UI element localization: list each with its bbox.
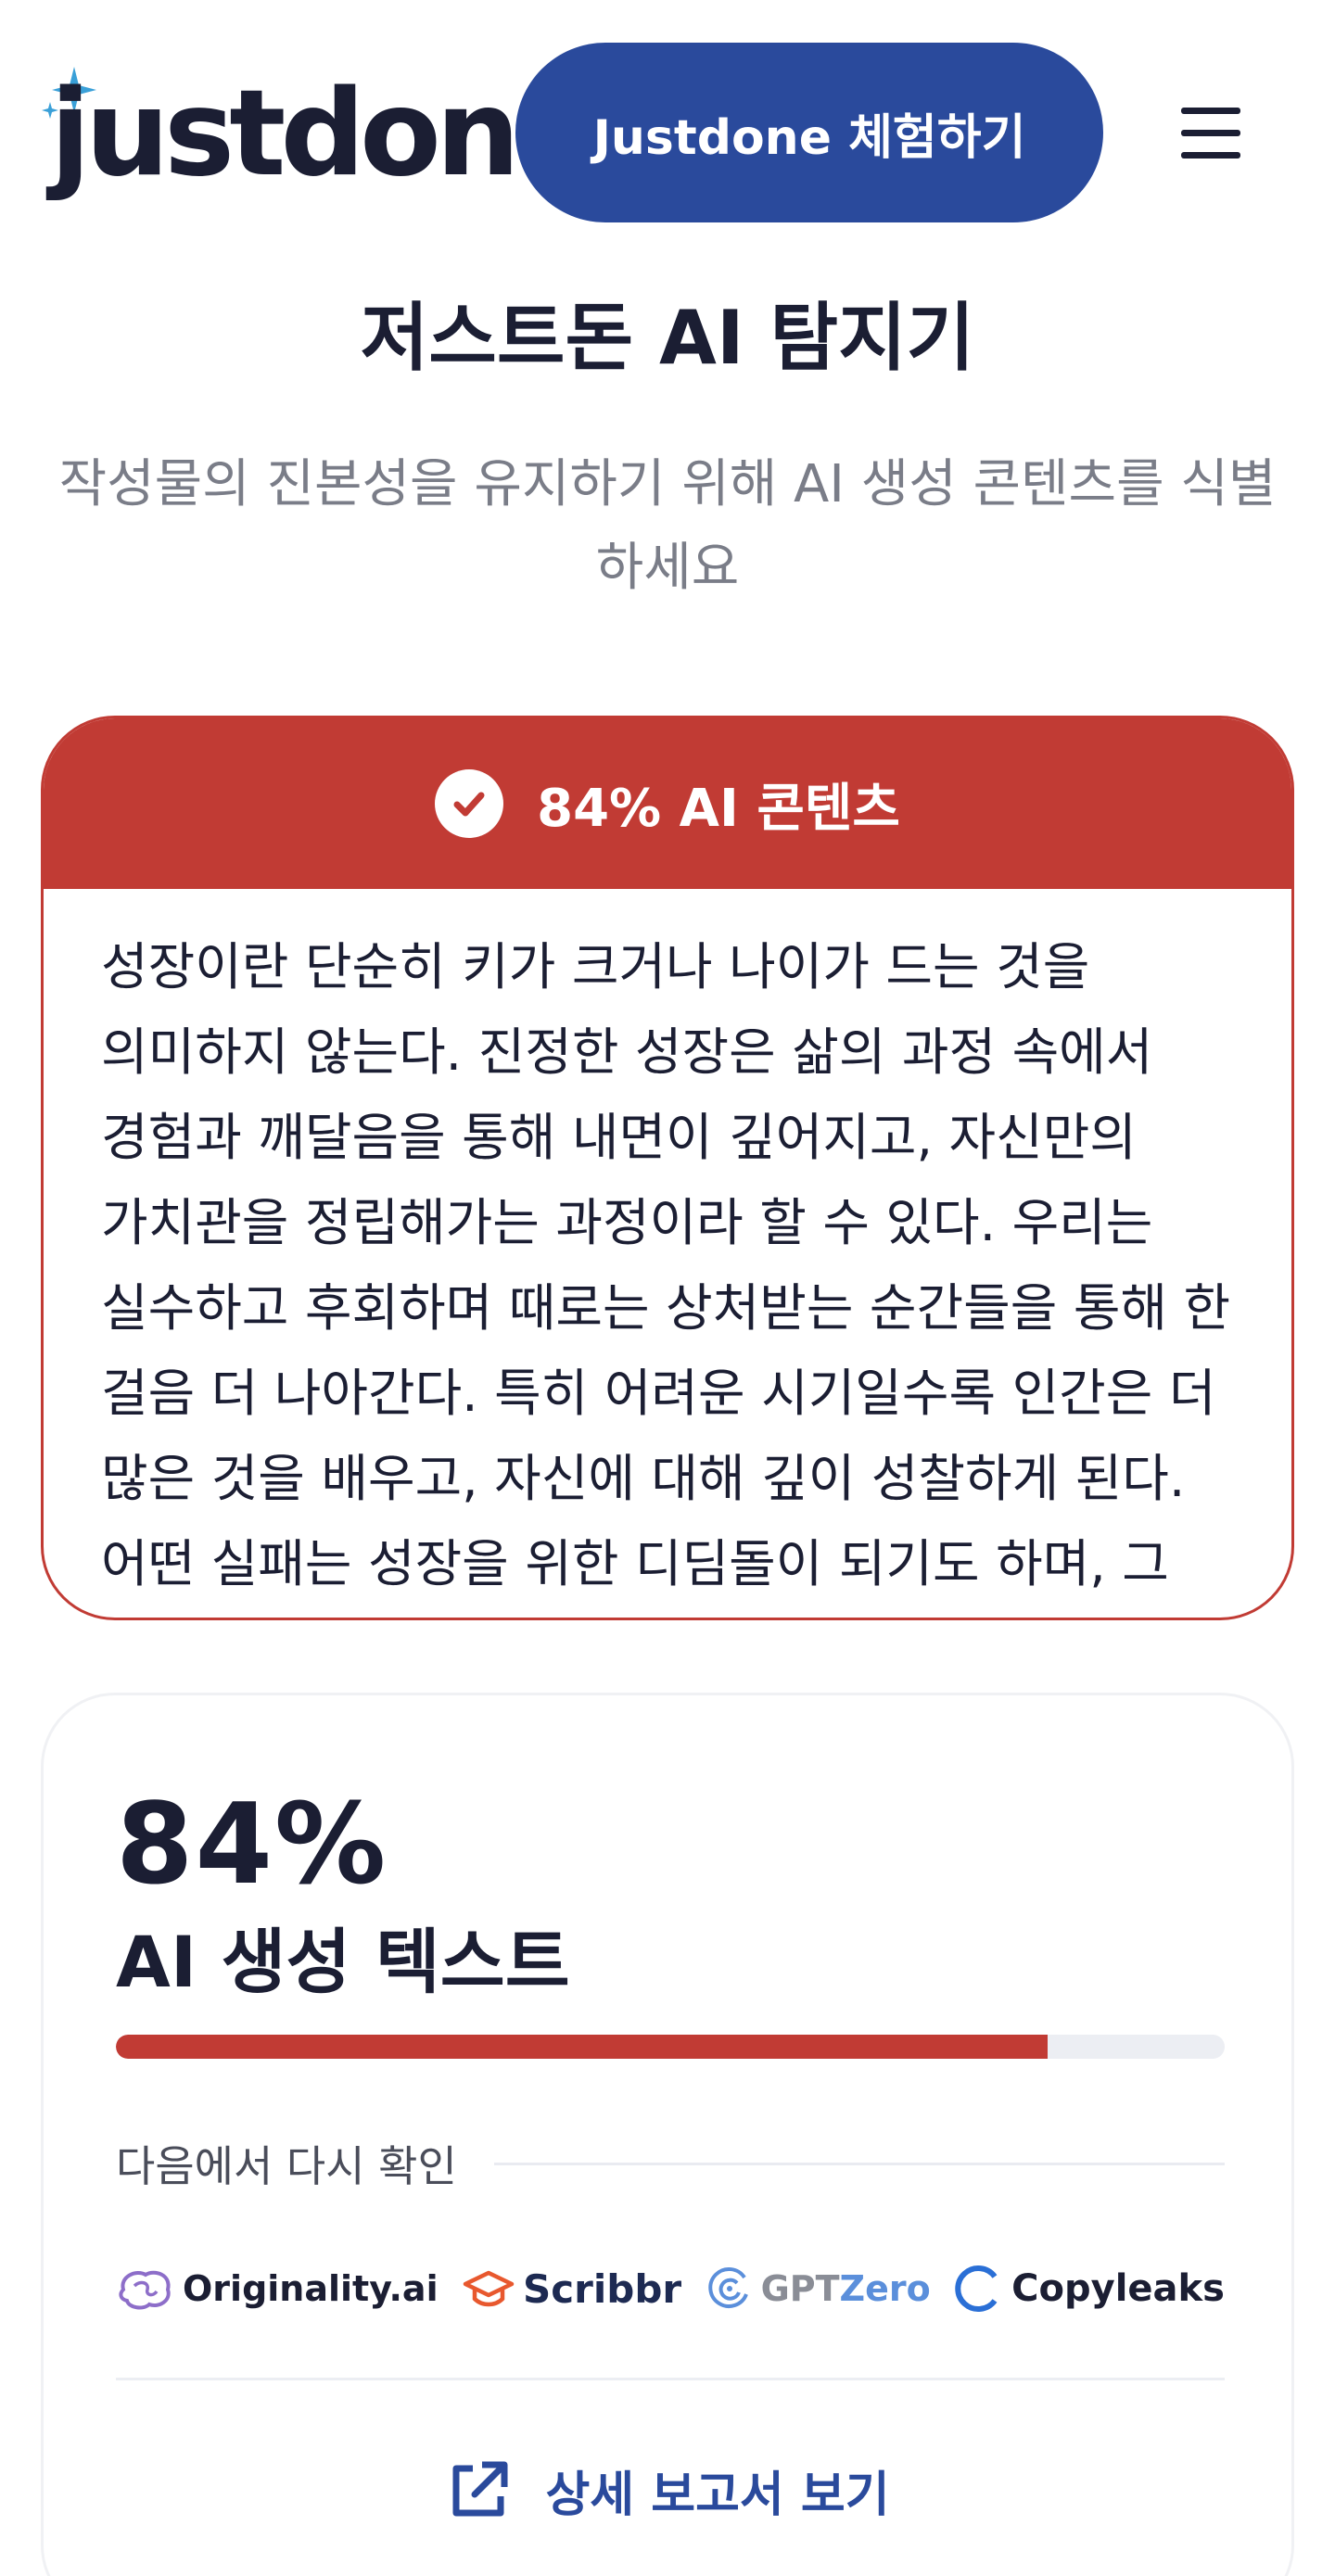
result-header: 84% AI 콘텐츠	[44, 718, 1291, 889]
logo-wordmark: justdone	[50, 65, 595, 203]
ai-generated-label: AI 생성 텍스트	[116, 1921, 570, 2003]
page-subtitle: 작성물의 진본성을 유지하기 위해 AI 생성 콘텐츠를 식별하세요	[58, 454, 1277, 598]
stats-card: 84% AI 생성 텍스트 다음에서 다시 확인 Originality.ai …	[41, 1693, 1294, 2576]
result-title: 84% AI 콘텐츠	[537, 778, 900, 839]
graduation-cap-icon	[463, 2270, 515, 2307]
partner-list: Originality.ai Scribbr GPTZero Copyleaks	[116, 2242, 1225, 2335]
divider-line	[493, 2162, 1225, 2165]
check-circle-icon	[435, 769, 504, 838]
analyzed-text: 성장이란 단순히 키가 크거나 나이가 드는 것을 의미하지 않는다. 진정한 …	[101, 937, 1231, 1593]
partner-name: GPTZero	[760, 2268, 931, 2309]
ai-percentage: 84%	[116, 1781, 388, 1910]
gptzero-icon	[707, 2267, 748, 2308]
partner-originality[interactable]: Originality.ai	[116, 2265, 439, 2312]
brain-icon	[119, 2270, 171, 2310]
top-header: justdone Justdone 체험하기	[0, 0, 1335, 264]
external-link-icon	[452, 2461, 508, 2516]
view-detailed-report-link[interactable]: 상세 보고서 보기	[44, 2455, 1291, 2525]
partner-gptzero[interactable]: GPTZero	[706, 2265, 931, 2313]
divider-line	[116, 2378, 1225, 2380]
ai-progress-bar	[116, 2035, 1225, 2059]
partner-name: Copyleaks	[1011, 2267, 1225, 2310]
partner-copyleaks[interactable]: Copyleaks	[954, 2264, 1225, 2314]
try-justdone-button[interactable]: Justdone 체험하기	[515, 43, 1103, 222]
partner-scribbr[interactable]: Scribbr	[462, 2265, 681, 2312]
ai-progress-fill	[116, 2035, 1048, 2059]
recheck-section: 다음에서 다시 확인	[116, 2131, 1225, 2196]
report-link-label: 상세 보고서 보기	[545, 2468, 890, 2523]
partner-name: Scribbr	[523, 2265, 682, 2312]
justdone-logo[interactable]: justdone	[41, 65, 595, 204]
hamburger-menu-icon[interactable]	[1176, 98, 1246, 169]
copyleaks-icon	[955, 2265, 998, 2312]
detection-result-card: 84% AI 콘텐츠 성장이란 단순히 키가 크거나 나이가 드는 것을 의미하…	[41, 716, 1294, 1620]
recheck-label: 다음에서 다시 확인	[116, 2141, 457, 2191]
page-title: 저스트돈 AI 탐지기	[360, 295, 975, 381]
partner-name: Originality.ai	[183, 2268, 439, 2309]
